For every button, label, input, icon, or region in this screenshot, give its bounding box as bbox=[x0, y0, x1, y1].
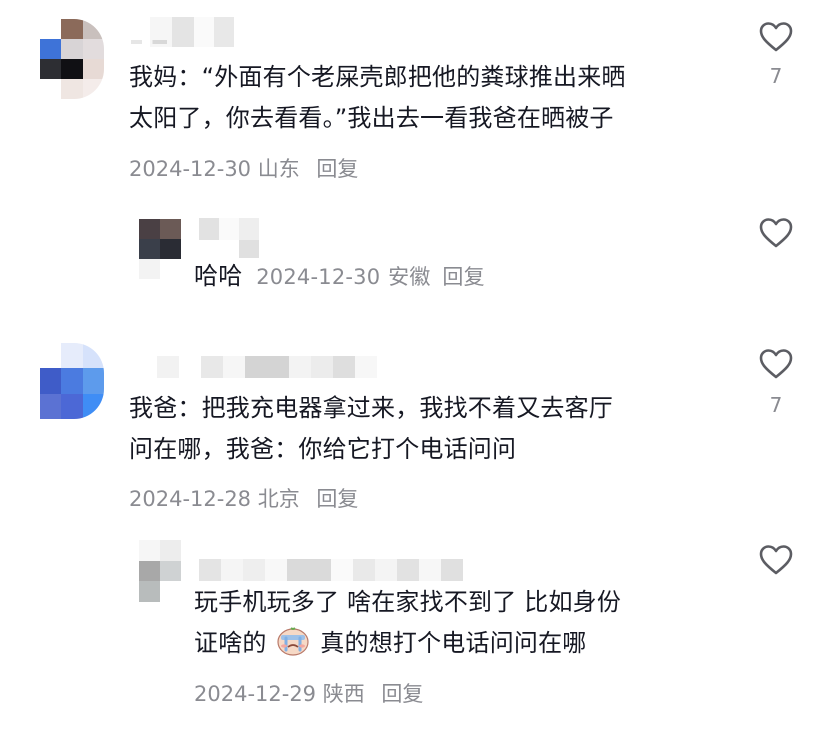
comment-text: 我妈：“外面有个老屎壳郎把他的粪球推出来晒 太阳了，你去看看。”我出去一看我爸在… bbox=[129, 57, 749, 139]
comment-date: 2024-12-28 bbox=[129, 487, 252, 511]
username-dots bbox=[131, 40, 167, 44]
username-redacted[interactable] bbox=[199, 559, 463, 581]
comment-location: 北京 bbox=[257, 487, 300, 511]
comment-text-line: 太阳了，你去看看。”我出去一看我爸在晒被子 bbox=[129, 104, 614, 132]
avatar[interactable] bbox=[40, 343, 104, 419]
comment-date: 2024-12-29 bbox=[194, 682, 317, 706]
comment-text-line: 问在哪，我爸：你给它打个电话问问 bbox=[129, 435, 517, 463]
username-redacted[interactable] bbox=[157, 356, 377, 378]
comment-meta: 2024-12-28 北京 回复 bbox=[129, 483, 358, 513]
comment-text-line: 玩手机玩多了 啥在家找不到了 比如身份 bbox=[194, 588, 622, 616]
reply-line: 哈哈 2024-12-30 安徽 回复 bbox=[194, 256, 485, 298]
reply-button[interactable]: 回复 bbox=[381, 682, 423, 706]
comment-meta: 2024-12-30 山东 回复 bbox=[129, 153, 358, 183]
reply-button[interactable]: 回复 bbox=[316, 487, 358, 511]
like-button[interactable] bbox=[758, 21, 794, 53]
comment-text-part: 证啥的 bbox=[194, 629, 267, 657]
like-button[interactable] bbox=[758, 217, 794, 249]
like-count: 7 bbox=[769, 64, 783, 88]
comment-text: 玩手机玩多了 啥在家找不到了 比如身份 证啥的 真的想打个电话问问在哪 bbox=[194, 582, 734, 664]
reply-button[interactable]: 回复 bbox=[442, 265, 484, 289]
comment-meta: 2024-12-29 陕西 回复 bbox=[194, 678, 423, 708]
comment-text-line: 我爸：把我充电器拿过来，我找不着又去客厅 bbox=[129, 394, 613, 422]
heart-icon bbox=[759, 22, 793, 52]
crying-emoji-icon bbox=[276, 626, 310, 656]
username-redacted[interactable] bbox=[199, 218, 259, 240]
reply-button[interactable]: 回复 bbox=[316, 157, 358, 181]
like-button[interactable] bbox=[758, 544, 794, 576]
avatar[interactable] bbox=[139, 540, 181, 602]
comment-text: 我爸：把我充电器拿过来，我找不着又去客厅 问在哪，我爸：你给它打个电话问问 bbox=[129, 388, 749, 470]
like-count: 7 bbox=[769, 393, 783, 417]
comment-text-line: 我妈：“外面有个老屎壳郎把他的粪球推出来晒 bbox=[129, 63, 626, 91]
comment-text-line: 证啥的 真的想打个电话问问在哪 bbox=[194, 623, 734, 664]
avatar[interactable] bbox=[139, 219, 181, 279]
heart-icon bbox=[759, 218, 793, 248]
heart-icon bbox=[759, 349, 793, 379]
comment-text: 哈哈 bbox=[194, 262, 243, 290]
comment-date: 2024-12-30 bbox=[256, 265, 381, 289]
comment-location: 陕西 bbox=[322, 682, 365, 706]
comment-location: 安徽 bbox=[388, 265, 431, 289]
like-button[interactable] bbox=[758, 348, 794, 380]
comment-date: 2024-12-30 bbox=[129, 157, 252, 181]
avatar[interactable] bbox=[40, 19, 104, 99]
comment-text-part: 真的想打个电话问问在哪 bbox=[320, 629, 587, 657]
heart-icon bbox=[759, 545, 793, 575]
comment-location: 山东 bbox=[257, 157, 300, 181]
